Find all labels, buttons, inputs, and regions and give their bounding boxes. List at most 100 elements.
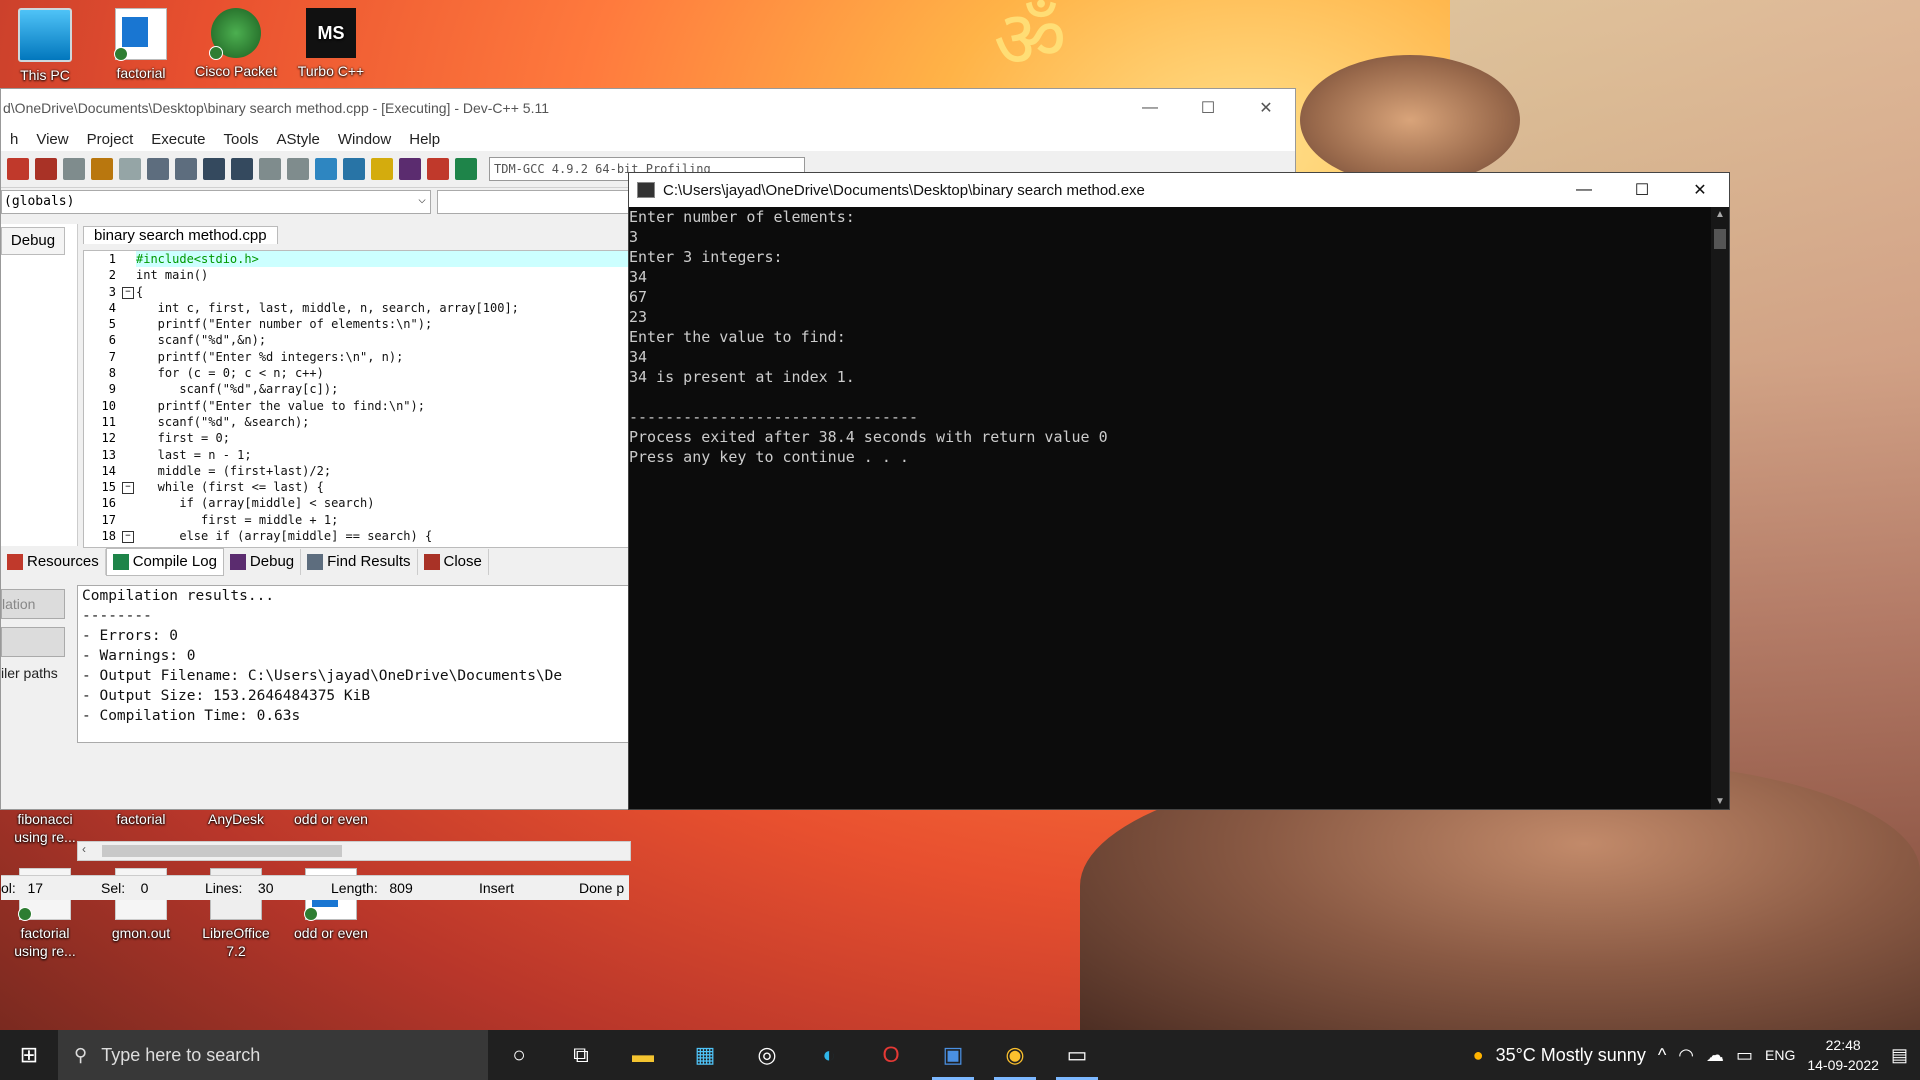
bookmark-icon[interactable] xyxy=(259,158,281,180)
replace-icon[interactable] xyxy=(175,158,197,180)
desktop-icon-turbo-cpp[interactable]: MS Turbo C++ xyxy=(288,8,374,80)
code-line[interactable]: printf("Enter the value to find:\n"); xyxy=(136,398,630,414)
start-button[interactable]: ⊞ xyxy=(0,1030,58,1080)
code-line[interactable]: #include<stdio.h> xyxy=(136,251,630,268)
code-line[interactable]: scanf("%d", &search); xyxy=(136,414,630,430)
tab-debug[interactable]: Debug xyxy=(224,549,302,575)
abort-compilation-button[interactable]: lation xyxy=(1,589,65,619)
code-line[interactable]: else if (array[middle] == search) { xyxy=(136,528,630,544)
chevron-up-icon[interactable]: ^ xyxy=(1658,1045,1666,1066)
menu-tools[interactable]: Tools xyxy=(214,131,267,148)
cortana-button[interactable]: ○ xyxy=(488,1030,550,1080)
console-scroll-thumb[interactable] xyxy=(1714,229,1726,249)
console-taskbar-button[interactable]: ▭ xyxy=(1046,1030,1108,1080)
code-line[interactable]: { xyxy=(136,284,630,300)
console-scrollbar[interactable]: ▲ ▼ xyxy=(1711,207,1729,809)
code-area[interactable]: #include<stdio.h> int main(){ int c, firs… xyxy=(136,251,630,544)
find-icon[interactable] xyxy=(147,158,169,180)
store-button[interactable]: ▦ xyxy=(674,1030,736,1080)
scroll-up-icon[interactable]: ▲ xyxy=(1715,209,1725,220)
tab-close[interactable]: Close xyxy=(418,549,489,575)
scroll-left-icon[interactable]: ‹ xyxy=(82,842,86,856)
dell-button[interactable]: ◎ xyxy=(736,1030,798,1080)
code-line[interactable]: printf("Enter %d integers:\n", n); xyxy=(136,349,630,365)
tab-compile-log[interactable]: Compile Log xyxy=(105,548,224,576)
code-line[interactable]: int c, first, last, middle, n, search, a… xyxy=(136,300,630,316)
code-line[interactable]: if (array[middle] < search) xyxy=(136,495,630,511)
menu-window[interactable]: Window xyxy=(329,131,400,148)
grid-icon[interactable] xyxy=(371,158,393,180)
fold-toggle-icon[interactable]: − xyxy=(122,482,134,495)
option-field[interactable] xyxy=(1,627,65,657)
edge-button[interactable]: ◐ xyxy=(798,1030,860,1080)
tab-debug-left[interactable]: Debug xyxy=(1,227,65,255)
code-line[interactable]: middle = (first+last)/2; xyxy=(136,463,630,479)
unindent-icon[interactable] xyxy=(231,158,253,180)
file-explorer-button[interactable]: ▬ xyxy=(612,1030,674,1080)
tab-find-results[interactable]: Find Results xyxy=(301,549,418,575)
code-line[interactable]: int main() xyxy=(136,267,630,283)
language-indicator[interactable]: ENG xyxy=(1765,1047,1795,1063)
code-editor[interactable]: 1 2 3−4 5 6 7 8 9 10 11 12 13 14 15−16 17 18− #include<… xyxy=(83,250,631,548)
onedrive-icon[interactable]: ☁ xyxy=(1706,1045,1724,1066)
taskbar-search[interactable]: ⚲ Type here to search xyxy=(58,1030,488,1080)
menu-execute[interactable]: Execute xyxy=(142,131,214,148)
maximize-button[interactable]: ☐ xyxy=(1179,98,1237,118)
desktop-icon-this-pc[interactable]: This PC xyxy=(2,8,88,84)
menu-project[interactable]: Project xyxy=(78,131,143,148)
stop-icon[interactable] xyxy=(427,158,449,180)
menu-search[interactable]: h xyxy=(1,131,27,148)
console-minimize-button[interactable]: — xyxy=(1555,181,1613,199)
console-close-button[interactable]: ✕ xyxy=(1671,180,1729,200)
console-titlebar[interactable]: C:\Users\jayad\OneDrive\Documents\Deskto… xyxy=(629,173,1729,207)
horizontal-scrollbar[interactable]: ‹ xyxy=(77,841,631,861)
console-output[interactable]: Enter number of elements: 3 Enter 3 intege… xyxy=(629,207,1711,809)
menu-view[interactable]: View xyxy=(27,131,77,148)
globals-dropdown[interactable]: (globals) xyxy=(1,189,431,214)
menu-help[interactable]: Help xyxy=(400,131,449,148)
code-line[interactable]: first = 0; xyxy=(136,430,630,446)
compiler-paths-label[interactable]: iler paths xyxy=(1,665,73,681)
open-project-icon[interactable] xyxy=(343,158,365,180)
notification-icon[interactable]: ▤ xyxy=(1891,1045,1908,1066)
minimize-button[interactable]: — xyxy=(1121,99,1179,117)
indent-icon[interactable] xyxy=(203,158,225,180)
new-project-icon[interactable] xyxy=(315,158,337,180)
editor-tab-file[interactable]: binary search method.cpp xyxy=(83,226,278,244)
close-button[interactable]: ✕ xyxy=(1237,98,1295,118)
undo-icon[interactable] xyxy=(91,158,113,180)
chart-icon[interactable] xyxy=(455,158,477,180)
goto-icon[interactable] xyxy=(287,158,309,180)
opera-button[interactable]: O xyxy=(860,1030,922,1080)
code-line[interactable]: last = n - 1; xyxy=(136,447,630,463)
print-icon[interactable] xyxy=(63,158,85,180)
desktop-icon-factorial-2[interactable]: factorial xyxy=(98,810,184,828)
function-dropdown[interactable] xyxy=(437,190,639,214)
scroll-down-icon[interactable]: ▼ xyxy=(1715,796,1725,807)
code-line[interactable]: first = middle + 1; xyxy=(136,512,630,528)
compile-log-output[interactable]: Compilation results... -------- - Errors: … xyxy=(77,585,631,743)
code-line[interactable]: scanf("%d",&n); xyxy=(136,332,630,348)
check-icon[interactable] xyxy=(399,158,421,180)
close-file-icon[interactable] xyxy=(35,158,57,180)
battery-icon[interactable]: ▭ xyxy=(1736,1045,1753,1066)
code-line[interactable]: while (first <= last) { xyxy=(136,479,630,495)
weather-text[interactable]: 35°C Mostly sunny xyxy=(1496,1045,1646,1066)
fold-toggle-icon[interactable]: − xyxy=(122,286,134,299)
menu-astyle[interactable]: AStyle xyxy=(268,131,329,148)
desktop-icon-cisco[interactable]: Cisco Packet xyxy=(193,8,279,80)
desktop-icon-odd-or-even[interactable]: odd or even xyxy=(288,810,374,828)
clock[interactable]: 22:48 14-09-2022 xyxy=(1807,1035,1879,1075)
tab-resources[interactable]: Resources xyxy=(1,549,106,575)
desktop-icon-factorial[interactable]: factorial xyxy=(98,8,184,82)
devcpp-titlebar[interactable]: d\OneDrive\Documents\Desktop\binary sear… xyxy=(1,89,1295,127)
fold-toggle-icon[interactable]: − xyxy=(122,531,134,544)
task-view-button[interactable]: ⧉ xyxy=(550,1030,612,1080)
code-line[interactable]: printf("Enter number of elements:\n"); xyxy=(136,316,630,332)
redo-icon[interactable] xyxy=(119,158,141,180)
desktop-icon-fibonacci[interactable]: fibonacci using re... xyxy=(2,810,88,846)
devcpp-taskbar-button[interactable]: ▣ xyxy=(922,1030,984,1080)
desktop-icon-anydesk[interactable]: AnyDesk xyxy=(193,810,279,828)
chrome-button[interactable]: ◉ xyxy=(984,1030,1046,1080)
console-window[interactable]: C:\Users\jayad\OneDrive\Documents\Deskto… xyxy=(628,172,1730,810)
